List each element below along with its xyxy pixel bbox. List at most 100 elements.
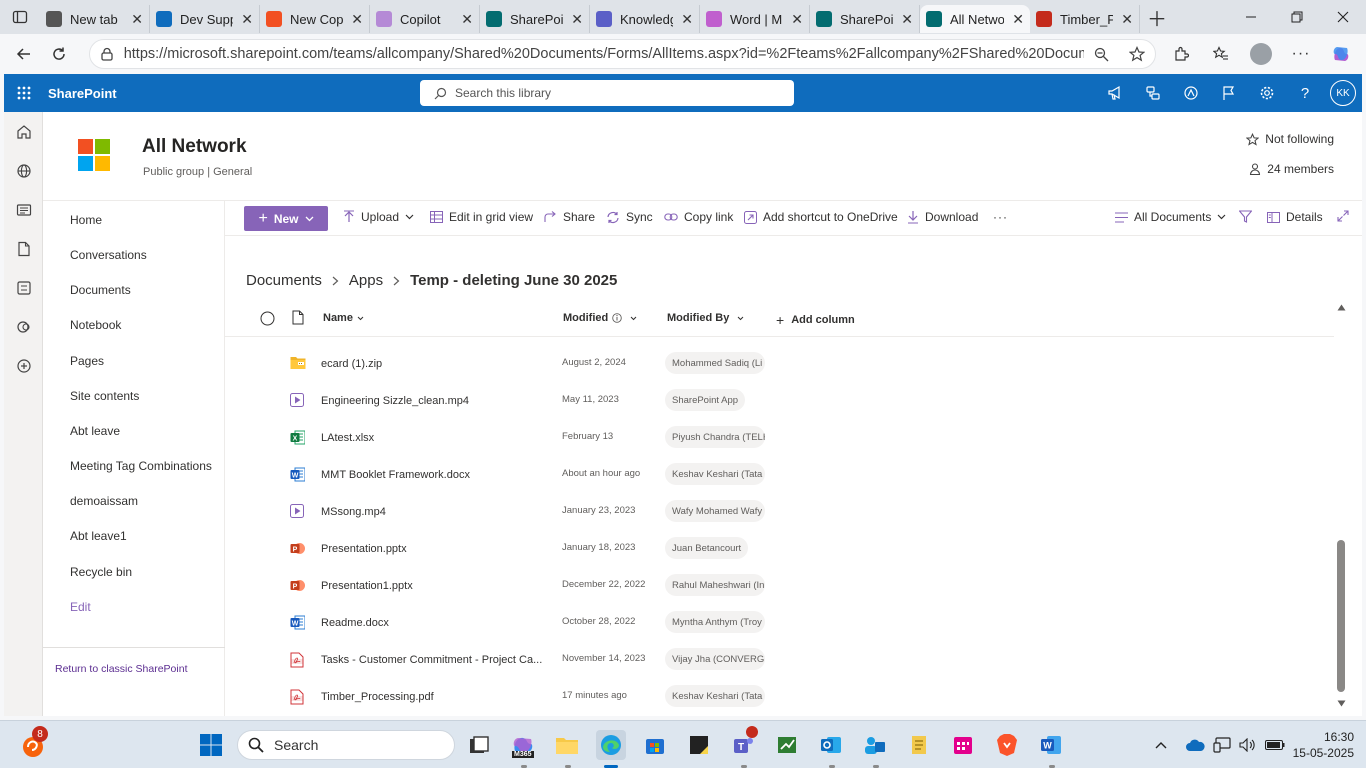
help-icon[interactable]: ? [1286, 74, 1324, 112]
select-all-checkbox[interactable] [260, 311, 275, 326]
whiteboard-icon[interactable] [772, 730, 802, 760]
browser-tab[interactable]: Copilot ✕ [370, 5, 480, 33]
clock[interactable]: 16:30 15-05-2025 [1293, 729, 1354, 761]
close-tab-icon[interactable]: ✕ [901, 11, 913, 28]
browser-tab[interactable]: All Network ✕ [920, 5, 1030, 33]
scroll-down-arrow-icon[interactable] [1337, 700, 1346, 707]
volume-icon[interactable] [1239, 738, 1257, 752]
create-plus-icon[interactable] [4, 346, 43, 385]
people-app-icon[interactable] [860, 730, 890, 760]
favorite-star-icon[interactable] [1128, 46, 1145, 62]
notepad-icon[interactable] [904, 730, 934, 760]
file-name-link[interactable]: Timber_Processing.pdf [321, 691, 551, 703]
nav-item[interactable]: Pages [70, 354, 104, 368]
file-explorer-icon[interactable] [552, 730, 582, 760]
nav-item[interactable]: Meeting Tag Combinations [70, 459, 212, 473]
table-row[interactable]: P Presentation.pptx January 18, 2023 Juan B… [225, 530, 1334, 567]
home-icon[interactable] [4, 112, 43, 151]
close-tab-icon[interactable]: ✕ [461, 11, 473, 28]
breadcrumb-apps[interactable]: Apps [349, 272, 383, 289]
nav-edit-link[interactable]: Edit [70, 600, 91, 614]
nav-item[interactable]: Conversations [70, 248, 147, 262]
edge-browser-icon[interactable] [596, 730, 626, 760]
file-name-link[interactable]: Tasks - Customer Commitment - Project Ca… [321, 654, 551, 666]
table-row[interactable]: X LAtest.xlsx February 13 Piyush Chandra (T… [225, 419, 1334, 456]
sync-button[interactable]: Sync [606, 210, 653, 224]
modified-by-persona[interactable]: Piyush Chandra (TELE [665, 426, 765, 448]
close-tab-icon[interactable]: ✕ [571, 11, 583, 28]
search-input[interactable]: Search this library [420, 80, 794, 106]
modified-by-persona[interactable]: Rahul Maheshwari (In [665, 574, 765, 596]
file-name-link[interactable]: Readme.docx [321, 617, 551, 629]
return-to-classic-link[interactable]: Return to classic SharePoint [55, 663, 187, 675]
table-row[interactable]: ecard (1).zip August 2, 2024 Mohammed Sadi… [225, 345, 1334, 382]
globe-icon[interactable] [4, 151, 43, 190]
outlook-icon[interactable] [816, 730, 846, 760]
start-button[interactable] [196, 730, 226, 760]
favorites-button[interactable] [1202, 38, 1240, 70]
onedrive-cloud-icon[interactable] [1185, 738, 1205, 752]
chevron-up-icon[interactable] [1155, 741, 1167, 749]
filter-button[interactable] [1239, 210, 1252, 223]
notification-app-button[interactable]: 8 [18, 726, 48, 760]
table-row[interactable]: MSsong.mp4 January 23, 2023 Wafy Mohamed W… [225, 493, 1334, 530]
browser-tab[interactable]: SharePoint ✕ [810, 5, 920, 33]
display-icon[interactable] [1213, 737, 1231, 753]
modified-by-persona[interactable]: Vijay Jha (CONVERGY [665, 648, 765, 670]
nav-item[interactable]: demoaissam [70, 494, 138, 508]
close-tab-icon[interactable]: ✕ [681, 11, 693, 28]
close-tab-icon[interactable]: ✕ [1121, 11, 1133, 28]
extensions-button[interactable] [1162, 38, 1200, 70]
file-name-link[interactable]: Presentation1.pptx [321, 580, 551, 592]
site-title[interactable]: All Network [142, 136, 247, 158]
word-app-icon[interactable]: W [1036, 730, 1066, 760]
share-button[interactable]: Share [544, 210, 595, 224]
table-row[interactable]: W Readme.docx October 28, 2022 Myntha Anthy… [225, 604, 1334, 641]
details-button[interactable]: Details [1267, 210, 1323, 224]
file-name-link[interactable]: MMT Booklet Framework.docx [321, 469, 551, 481]
teams-icon[interactable]: T [728, 726, 758, 760]
new-tab-button[interactable]: ＋ [1140, 0, 1174, 34]
nav-item[interactable]: Documents [70, 283, 131, 297]
edit-grid-view-button[interactable]: Edit in grid view [430, 210, 533, 224]
table-row[interactable]: Engineering Sizzle_clean.mp4 May 11, 2023… [225, 382, 1334, 419]
file-name-link[interactable]: LAtest.xlsx [321, 432, 551, 444]
table-row[interactable]: Tasks - Customer Commitment - Project Ca… [225, 641, 1334, 678]
brave-browser-icon[interactable] [992, 730, 1022, 760]
nav-item[interactable]: Site contents [70, 389, 139, 403]
new-button[interactable]: + New [244, 206, 328, 231]
url-field[interactable]: https://microsoft.sharepoint.com/teams/a… [88, 39, 1156, 69]
nav-item[interactable]: Notebook [70, 318, 121, 332]
task-view-icon[interactable] [464, 730, 494, 760]
modified-column-header[interactable]: Modified [563, 312, 637, 324]
browser-tab[interactable]: Dev Support ✕ [150, 5, 260, 33]
sharepoint-brand-link[interactable]: SharePoint [48, 86, 117, 101]
close-tab-icon[interactable]: ✕ [351, 11, 363, 28]
nav-item[interactable]: Abt leave [70, 424, 120, 438]
refresh-button[interactable] [41, 38, 76, 70]
modified-by-persona[interactable]: Myntha Anthym (Troy [665, 611, 765, 633]
file-type-column-icon[interactable] [292, 310, 304, 325]
browser-tab[interactable]: Word | Microsoft ✕ [700, 5, 810, 33]
table-row[interactable]: W MMT Booklet Framework.docx About an hour… [225, 456, 1334, 493]
browser-tab[interactable]: New tab ✕ [40, 5, 150, 33]
upload-button[interactable]: Upload [343, 210, 414, 224]
download-button[interactable]: Download [907, 210, 978, 224]
announcement-icon[interactable] [1096, 74, 1134, 112]
lists-icon[interactable] [4, 268, 43, 307]
nav-item[interactable]: Recycle bin [70, 565, 132, 579]
app-launcher-button[interactable] [4, 86, 44, 100]
breadcrumb-documents[interactable]: Documents [246, 272, 322, 289]
more-options-button[interactable]: ··· [1282, 38, 1320, 70]
browser-tab[interactable]: SharePoint ✕ [480, 5, 590, 33]
modified-by-persona[interactable]: SharePoint App [665, 389, 746, 411]
members-button[interactable]: 24 members [1249, 162, 1334, 176]
file-name-link[interactable]: MSsong.mp4 [321, 506, 551, 518]
battery-icon[interactable] [1264, 740, 1285, 750]
m365-app-icon[interactable]: M365 [508, 730, 538, 760]
follow-button[interactable]: Not following [1246, 132, 1334, 146]
view-selector-button[interactable]: All Documents [1115, 210, 1226, 224]
file-name-link[interactable]: Engineering Sizzle_clean.mp4 [321, 395, 551, 407]
expand-button[interactable] [1337, 210, 1349, 222]
restore-button[interactable] [1274, 0, 1320, 34]
